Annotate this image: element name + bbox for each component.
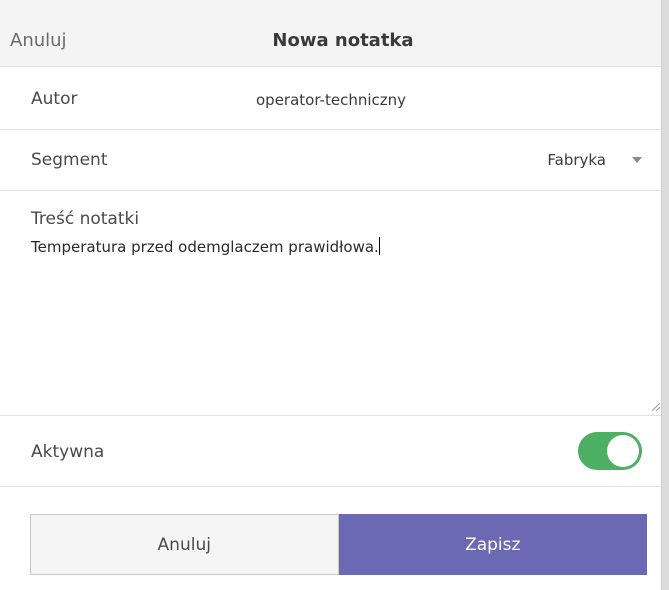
- segment-row: Segment Fabryka: [0, 130, 662, 191]
- text-cursor: [378, 237, 380, 255]
- note-content-label: Treść notatki: [31, 209, 140, 229]
- dialog-title: Nowa notatka: [272, 30, 414, 51]
- note-content-text[interactable]: Temperatura przed odemglaczem prawidłowa…: [31, 237, 380, 256]
- save-button[interactable]: Zapisz: [338, 514, 647, 575]
- dialog-footer: Anuluj Zapisz: [30, 514, 647, 575]
- author-label: Autor: [31, 89, 78, 109]
- author-row: Autor operator-techniczny: [0, 67, 662, 130]
- scrollbar-edge: [661, 0, 669, 590]
- cancel-button[interactable]: Anuluj: [30, 514, 339, 575]
- segment-label: Segment: [31, 150, 108, 170]
- chevron-down-icon: [632, 157, 642, 163]
- active-toggle[interactable]: [578, 432, 642, 470]
- toggle-knob: [607, 435, 639, 467]
- segment-selected-value: Fabryka: [547, 151, 606, 169]
- note-content-field[interactable]: Treść notatki Temperatura przed odemglac…: [0, 191, 662, 416]
- active-label: Aktywna: [31, 442, 105, 462]
- author-value: operator-techniczny: [256, 91, 407, 109]
- new-note-dialog: Anuluj Nowa notatka Autor operator-techn…: [0, 0, 669, 590]
- active-row: Aktywna: [0, 416, 662, 487]
- dialog-header: Anuluj Nowa notatka: [0, 0, 662, 67]
- segment-select[interactable]: Fabryka: [547, 148, 642, 172]
- note-content-value: Temperatura przed odemglaczem prawidłowa…: [31, 238, 379, 256]
- resize-handle-icon[interactable]: [650, 401, 660, 411]
